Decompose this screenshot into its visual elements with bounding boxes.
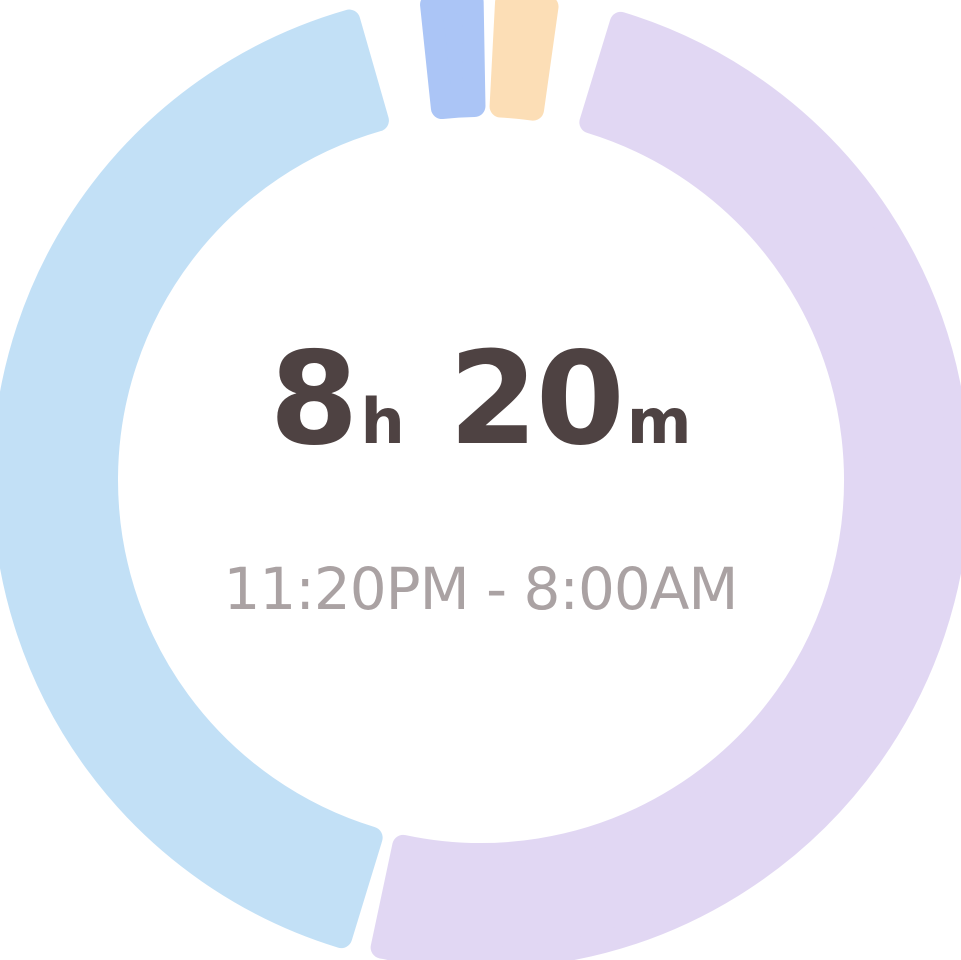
minutes-unit: m	[626, 385, 692, 458]
minutes-value: 20	[448, 325, 625, 474]
sleep-summary: 8h 20m 11:20PM - 8:00AM	[0, 0, 961, 960]
sleep-time-range: 11:20PM - 8:00AM	[223, 555, 739, 623]
sleep-duration: 8h 20m	[0, 330, 961, 492]
hours-unit: h	[360, 385, 405, 458]
hours-value: 8	[269, 325, 359, 474]
